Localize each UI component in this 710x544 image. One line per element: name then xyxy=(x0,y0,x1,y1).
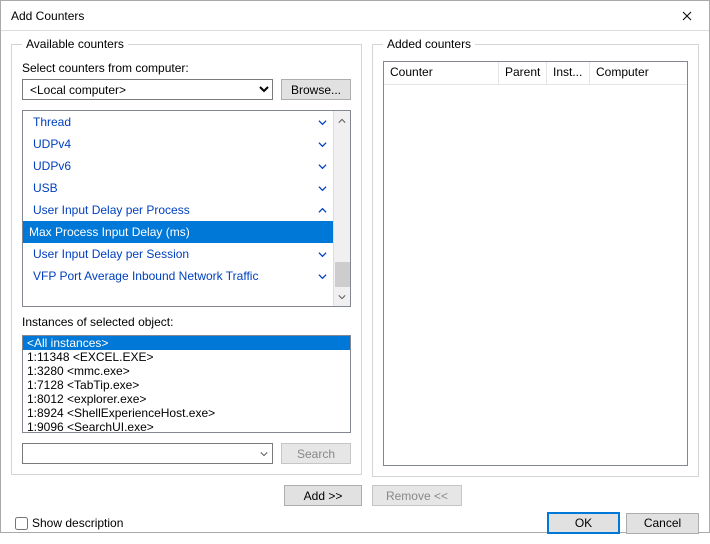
add-counters-dialog: Add Counters Available counters Select c… xyxy=(0,0,710,533)
show-description-label: Show description xyxy=(32,516,123,530)
instance-item[interactable]: 1:9096 <SearchUI.exe> xyxy=(23,420,350,433)
counter-category-item[interactable]: Thread xyxy=(23,111,333,133)
browse-button[interactable]: Browse... xyxy=(281,79,351,100)
counter-label: User Input Delay per Process xyxy=(33,203,190,217)
scroll-up-icon[interactable] xyxy=(335,113,350,128)
dialog-footer: Show description OK Cancel xyxy=(1,506,709,544)
counter-label: UDPv4 xyxy=(33,137,71,151)
counter-label: Thread xyxy=(33,115,71,129)
close-button[interactable] xyxy=(664,1,709,30)
counter-items: Thread UDPv4 UDPv6 USB User Input Delay per … xyxy=(23,111,333,306)
available-panel: Available counters Select counters from … xyxy=(11,37,362,506)
instance-item[interactable]: 1:11348 <EXCEL.EXE> xyxy=(23,350,350,364)
scroll-down-icon[interactable] xyxy=(335,289,350,304)
counter-category-item[interactable]: User Input Delay per Session xyxy=(23,243,333,265)
col-parent[interactable]: Parent xyxy=(499,62,547,84)
counter-label: VFP Port Average Inbound Network Traffic xyxy=(33,269,258,283)
dialog-content: Available counters Select counters from … xyxy=(1,31,709,506)
col-instance[interactable]: Inst... xyxy=(547,62,590,84)
instance-item[interactable]: 1:8012 <explorer.exe> xyxy=(23,392,350,406)
chevron-down-icon[interactable] xyxy=(318,162,327,171)
chevron-down-icon[interactable] xyxy=(255,444,272,463)
chevron-down-icon[interactable] xyxy=(318,184,327,193)
added-counters-table[interactable]: Counter Parent Inst... Computer xyxy=(383,61,688,466)
available-counters-group: Available counters Select counters from … xyxy=(11,37,362,475)
col-computer[interactable]: Computer xyxy=(590,62,687,84)
chevron-down-icon[interactable] xyxy=(318,272,327,281)
counter-label: UDPv6 xyxy=(33,159,71,173)
table-header: Counter Parent Inst... Computer xyxy=(384,62,687,85)
select-computer-label: Select counters from computer: xyxy=(22,61,351,75)
chevron-down-icon[interactable] xyxy=(318,140,327,149)
counter-category-item[interactable]: UDPv6 xyxy=(23,155,333,177)
cancel-button[interactable]: Cancel xyxy=(626,513,699,534)
instance-search-input[interactable] xyxy=(22,443,273,464)
instances-label: Instances of selected object: xyxy=(22,315,351,329)
remove-button[interactable]: Remove << xyxy=(372,485,462,506)
computer-select[interactable]: <Local computer> xyxy=(22,79,273,100)
instance-search-combo[interactable] xyxy=(22,443,273,464)
instance-list[interactable]: <All instances>1:11348 <EXCEL.EXE>1:3280… xyxy=(22,335,351,433)
counter-category-item[interactable]: User Input Delay per Process xyxy=(23,199,333,221)
added-counters-group: Added counters Counter Parent Inst... Co… xyxy=(372,37,699,477)
counter-label: USB xyxy=(33,181,58,195)
instance-item[interactable]: <All instances> xyxy=(23,336,350,350)
instance-item[interactable]: 1:7128 <TabTip.exe> xyxy=(23,378,350,392)
close-icon xyxy=(682,11,692,21)
counter-category-item[interactable]: UDPv4 xyxy=(23,133,333,155)
ok-button[interactable]: OK xyxy=(547,512,620,534)
chevron-down-icon[interactable] xyxy=(318,118,327,127)
counter-category-item[interactable]: USB xyxy=(23,177,333,199)
window-title: Add Counters xyxy=(11,9,664,23)
counter-label: Max Process Input Delay (ms) xyxy=(29,225,190,239)
available-counters-legend: Available counters xyxy=(22,37,128,51)
show-description-input[interactable] xyxy=(15,517,28,530)
counter-category-item[interactable]: VFP Port Average Inbound Network Traffic xyxy=(23,265,333,287)
instance-item[interactable]: 1:8924 <ShellExperienceHost.exe> xyxy=(23,406,350,420)
counter-label: User Input Delay per Session xyxy=(33,247,189,261)
added-panel: Added counters Counter Parent Inst... Co… xyxy=(372,37,699,506)
chevron-down-icon[interactable] xyxy=(318,250,327,259)
instance-item[interactable]: 1:3280 <mmc.exe> xyxy=(23,364,350,378)
col-counter[interactable]: Counter xyxy=(384,62,499,84)
chevron-up-icon[interactable] xyxy=(318,206,327,215)
counter-list[interactable]: Thread UDPv4 UDPv6 USB User Input Delay per … xyxy=(22,110,351,307)
title-bar: Add Counters xyxy=(1,1,709,31)
counter-child-item[interactable]: Max Process Input Delay (ms) xyxy=(23,221,333,243)
show-description-checkbox[interactable]: Show description xyxy=(15,516,123,530)
add-button[interactable]: Add >> xyxy=(284,485,362,506)
scroll-thumb[interactable] xyxy=(335,262,350,287)
search-button[interactable]: Search xyxy=(281,443,351,464)
added-counters-legend: Added counters xyxy=(383,37,475,51)
counter-scrollbar[interactable] xyxy=(333,111,350,306)
